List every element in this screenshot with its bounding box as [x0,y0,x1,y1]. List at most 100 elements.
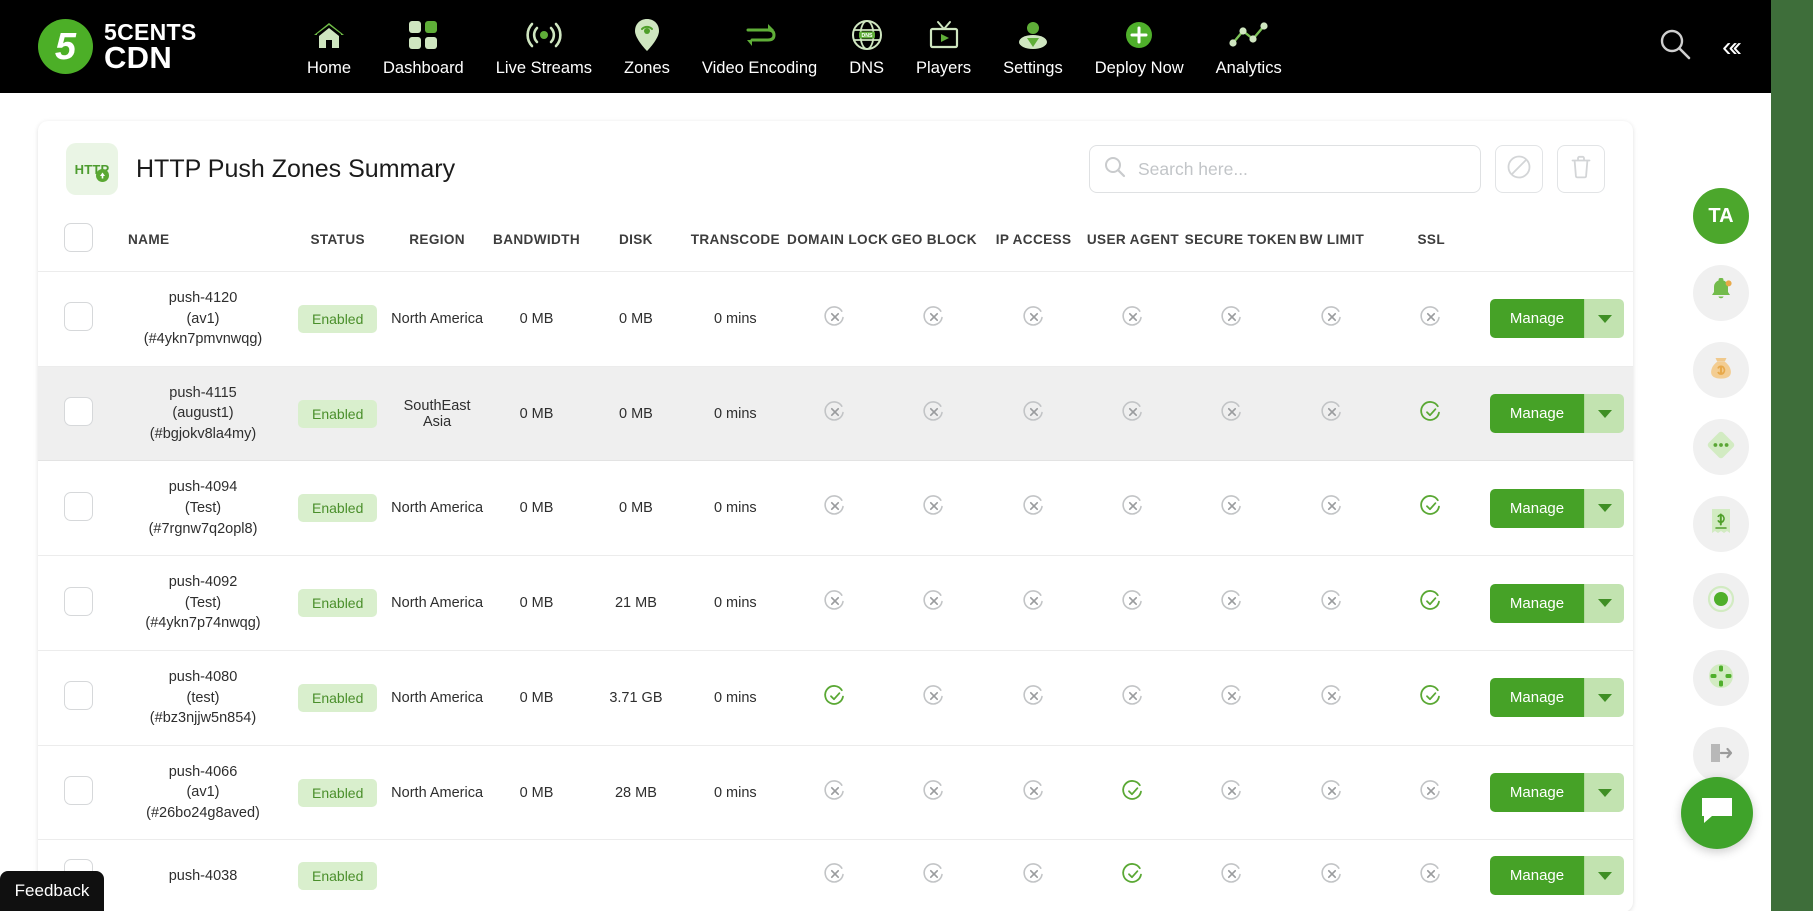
row-checkbox[interactable] [63,776,93,806]
header-secure-token[interactable]: SECURE TOKEN [1182,209,1296,272]
manage-dropdown-toggle[interactable] [1584,773,1625,813]
zone-actions-cell: Manage [1481,366,1633,462]
zone-name-cell: push-4080 (test) (#bz3njjw5n854) [118,650,288,746]
row-checkbox[interactable] [63,302,93,332]
zone-secure-token-cell [1182,271,1283,367]
manage-dropdown-toggle[interactable] [1584,678,1625,718]
header-ssl[interactable]: SSL [1381,209,1481,272]
targeting-button[interactable] [1693,650,1749,706]
zone-name-cell: push-4092 (Test) (#4ykn7p74nwqg) [118,555,288,651]
x-circle-icon [1219,590,1245,618]
header-bandwidth[interactable]: BANDWIDTH [486,209,587,272]
header-geo-block[interactable]: GEO BLOCK [884,209,984,272]
invoices-button[interactable] [1693,496,1749,552]
x-circle-icon [921,400,947,429]
manage-dropdown-toggle[interactable] [1584,299,1625,339]
header-domain-lock[interactable]: DOMAIN LOCK [785,209,888,272]
manage-button-group: Manage [1489,488,1625,528]
zone-id: (#4ykn7p74nwqg) [145,615,261,632]
table-row[interactable]: push-4115 (august1) (#bgjokv8la4my) Enabled… [38,366,1633,462]
delete-button[interactable] [1557,145,1605,193]
http-push-zones-card: HTTP HTTP Push Zones Summary Search here… [38,121,1633,911]
search-icon[interactable] [1658,27,1692,66]
manage-button[interactable]: Manage [1489,488,1585,528]
row-checkbox[interactable] [63,397,93,427]
header-user-agent[interactable]: USER AGENT [1083,209,1183,272]
table-row[interactable]: push-4094 (Test) (#7rgnw7q2opl8) Enabled Nor… [38,460,1633,557]
manage-button[interactable]: Manage [1489,299,1585,339]
upload-arrow-icon [96,169,109,182]
row-checkbox[interactable] [63,491,93,521]
manage-button[interactable]: Manage [1489,394,1585,434]
manage-dropdown-toggle[interactable] [1584,583,1625,623]
nav-item-dns[interactable]: DNS DNS [833,15,900,78]
search-box[interactable] [1089,145,1481,193]
check-circle-icon [1418,400,1444,429]
logout-button[interactable] [1693,727,1749,783]
avatar[interactable]: TA [1693,188,1749,244]
header-name[interactable]: NAME [118,209,288,272]
zone-bandwidth-cell: 0 MB [486,555,587,651]
manage-button[interactable]: Manage [1489,856,1585,896]
zone-name-cell: push-4094 (Test) (#7rgnw7q2opl8) [118,460,288,557]
search-input[interactable] [1138,158,1466,180]
zone-transcode-cell: 0 mins [685,271,786,367]
nav-item-home[interactable]: Home [291,15,367,78]
nav-item-settings[interactable]: Settings [987,15,1079,78]
nav-item-live-streams[interactable]: Live Streams [480,15,608,78]
broadcast-icon [523,15,565,55]
header-disk[interactable]: DISK [586,209,686,272]
nav-item-video-encoding[interactable]: Video Encoding [686,15,833,78]
collapse-left-icon[interactable]: «‹ [1722,31,1742,63]
select-all-checkbox[interactable] [63,223,93,252]
nav-item-deploy-now[interactable]: Deploy Now [1079,15,1200,78]
manage-button-group: Manage [1489,583,1625,623]
zone-region-cell: SouthEast Asia [387,366,487,462]
x-circle-icon [1219,306,1245,334]
disable-button[interactable] [1495,145,1543,193]
header-ip-access[interactable]: IP ACCESS [983,209,1084,272]
notifications-button[interactable] [1693,265,1749,321]
table-row[interactable]: push-4080 (test) (#bz3njjw5n854) Enabled Nor… [38,650,1633,746]
header-bw-limit[interactable]: BW LIMIT [1282,209,1382,272]
manage-button[interactable]: Manage [1489,583,1585,623]
manage-dropdown-toggle[interactable] [1584,856,1625,896]
header-status[interactable]: STATUS [288,209,388,272]
chevron-down-icon [1597,504,1612,513]
zone-ip-access-cell [983,460,1084,557]
more-options-button[interactable] [1693,419,1749,475]
nav-item-players[interactable]: Players [900,15,987,78]
zone-name: push-4092 [168,574,238,591]
nav-item-zones[interactable]: Zones [608,15,686,78]
table-row[interactable]: push-4038 Enabled Manage [38,839,1633,911]
manage-button[interactable]: Manage [1489,678,1585,718]
row-checkbox-cell [38,745,118,841]
header-transcode[interactable]: TRANSCODE [685,209,786,272]
header-region[interactable]: REGION [387,209,487,272]
nav-item-dashboard[interactable]: Dashboard [367,15,480,78]
zone-status-cell: Enabled [288,555,388,651]
row-checkbox[interactable] [63,586,93,616]
status-badge: Enabled [298,589,378,618]
table-row[interactable]: push-4092 (Test) (#4ykn7p74nwqg) Enabled Nor… [38,555,1633,651]
x-circle-icon [1418,306,1444,334]
manage-dropdown-toggle[interactable] [1584,394,1625,434]
x-circle-icon [921,590,947,618]
row-checkbox[interactable] [63,681,93,711]
feedback-tab[interactable]: Feedback [0,871,104,911]
card-header-tools [1089,145,1605,193]
zone-name: push-4115 [169,384,237,401]
table-row[interactable]: push-4066 (av1) (#26bo24g8aved) Enabled Nort… [38,745,1633,841]
billing-credits-button[interactable] [1693,342,1749,398]
top-navigation-bar: 5 5CENTS CDN Home Dashboard Live Streams… [0,0,1771,93]
chat-button[interactable] [1681,777,1753,849]
zone-transcode-cell: 0 mins [685,366,786,462]
nav-item-analytics[interactable]: Analytics [1200,15,1298,78]
manage-dropdown-toggle[interactable] [1584,488,1625,528]
brand-logo[interactable]: 5 5CENTS CDN [38,19,243,74]
recordings-button[interactable] [1693,573,1749,629]
zone-secure-token-cell [1182,839,1283,911]
table-row[interactable]: push-4120 (av1) (#4ykn7pmvnwqg) Enabled Nort… [38,271,1633,367]
manage-button[interactable]: Manage [1489,773,1585,813]
nav-label-deploy-now: Deploy Now [1094,59,1184,77]
